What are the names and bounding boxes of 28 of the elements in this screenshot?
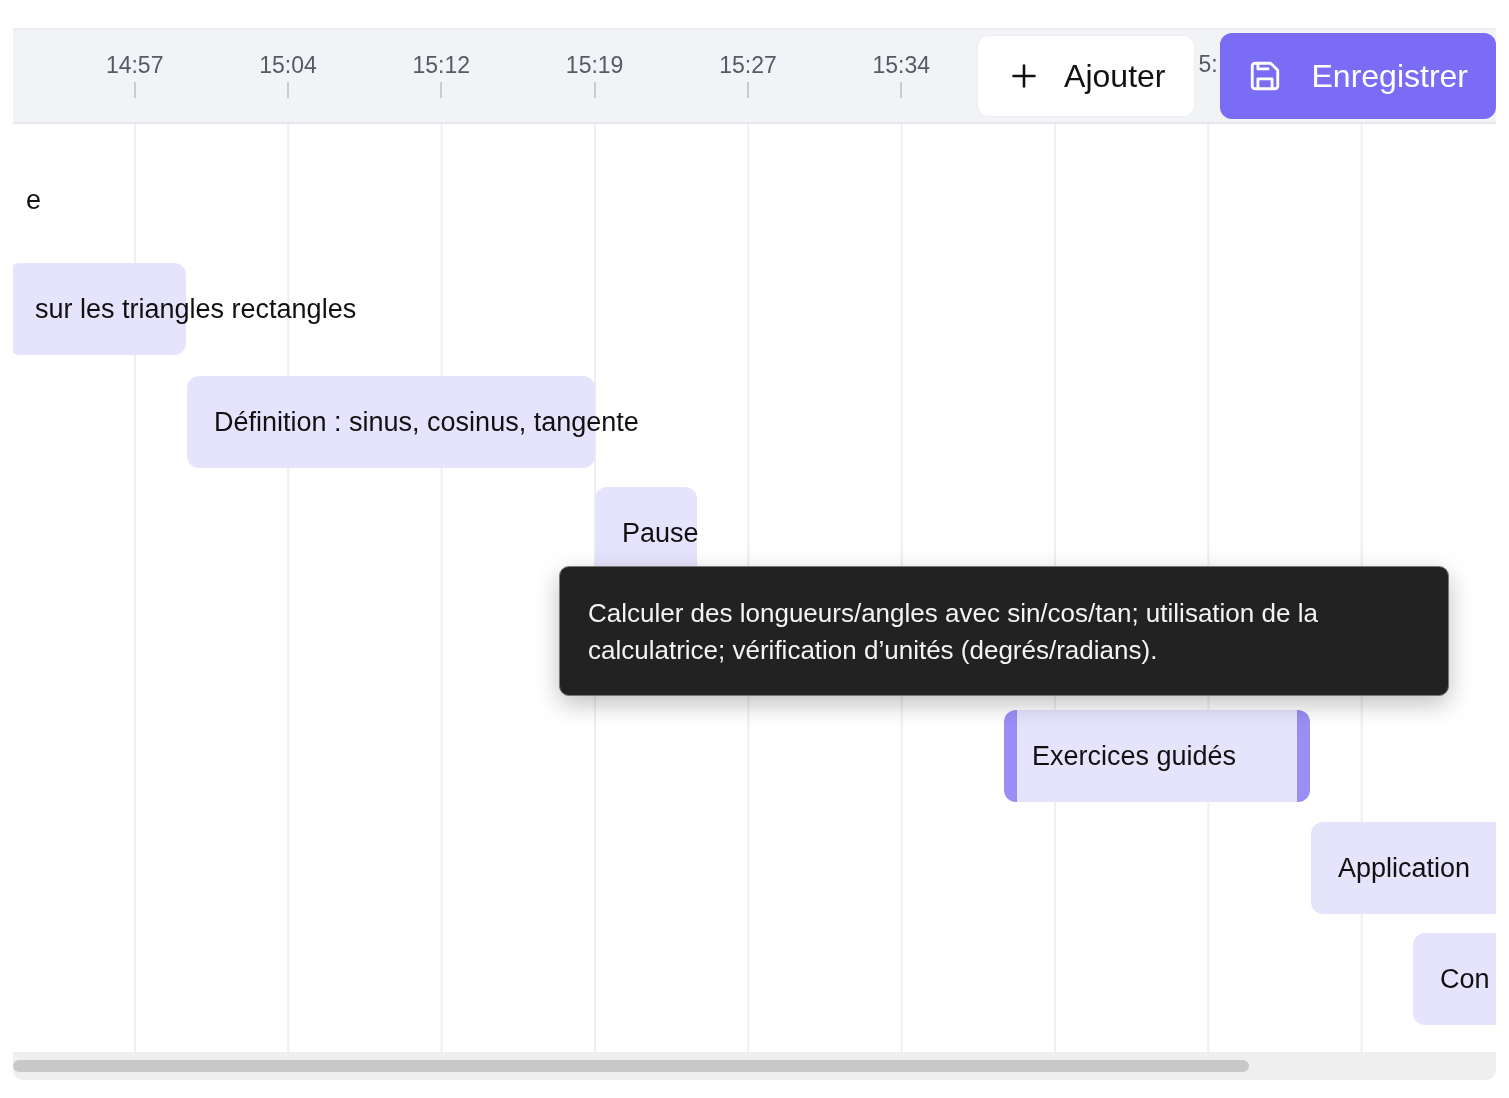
add-button[interactable]: Ajouter xyxy=(977,35,1195,117)
time-label: 15:34 xyxy=(872,52,931,78)
tick-mark xyxy=(440,82,443,98)
task-label: Con xyxy=(1440,964,1490,994)
task-label: Exercices guidés xyxy=(1032,741,1237,771)
plus-icon xyxy=(1010,62,1039,90)
task-label: Pause xyxy=(622,518,699,548)
tooltip: Calculer des longueurs/angles avec sin/cos/tan; utilisation de la calculatrice; vérification d’unités (degrés/radians). xyxy=(559,566,1449,696)
scrollbar-track[interactable] xyxy=(13,1052,1496,1080)
task-label: Définition : sinus, cosinus, tangente xyxy=(214,407,639,437)
task-label: Application xyxy=(1338,853,1471,883)
tick-mark xyxy=(593,82,596,98)
save-button[interactable]: Enregistrer xyxy=(1219,33,1496,119)
tick-mark xyxy=(746,82,749,98)
time-label: 15:12 xyxy=(412,52,471,78)
scrollbar-thumb[interactable] xyxy=(13,1060,1249,1072)
tick-mark xyxy=(133,82,136,98)
task-label: e xyxy=(26,185,42,215)
tick-mark xyxy=(287,82,289,98)
task-label: sur les triangles rectangles xyxy=(35,294,357,324)
time-label: 15:04 xyxy=(259,52,317,78)
task-bar[interactable] xyxy=(1004,710,1310,802)
task-bar[interactable] xyxy=(1311,822,1496,914)
time-label: 14:57 xyxy=(105,52,164,78)
tick-mark xyxy=(900,82,903,98)
time-label: 5: xyxy=(1198,51,1216,78)
time-label: 15:27 xyxy=(719,52,777,78)
time-label: 15:19 xyxy=(565,52,624,78)
